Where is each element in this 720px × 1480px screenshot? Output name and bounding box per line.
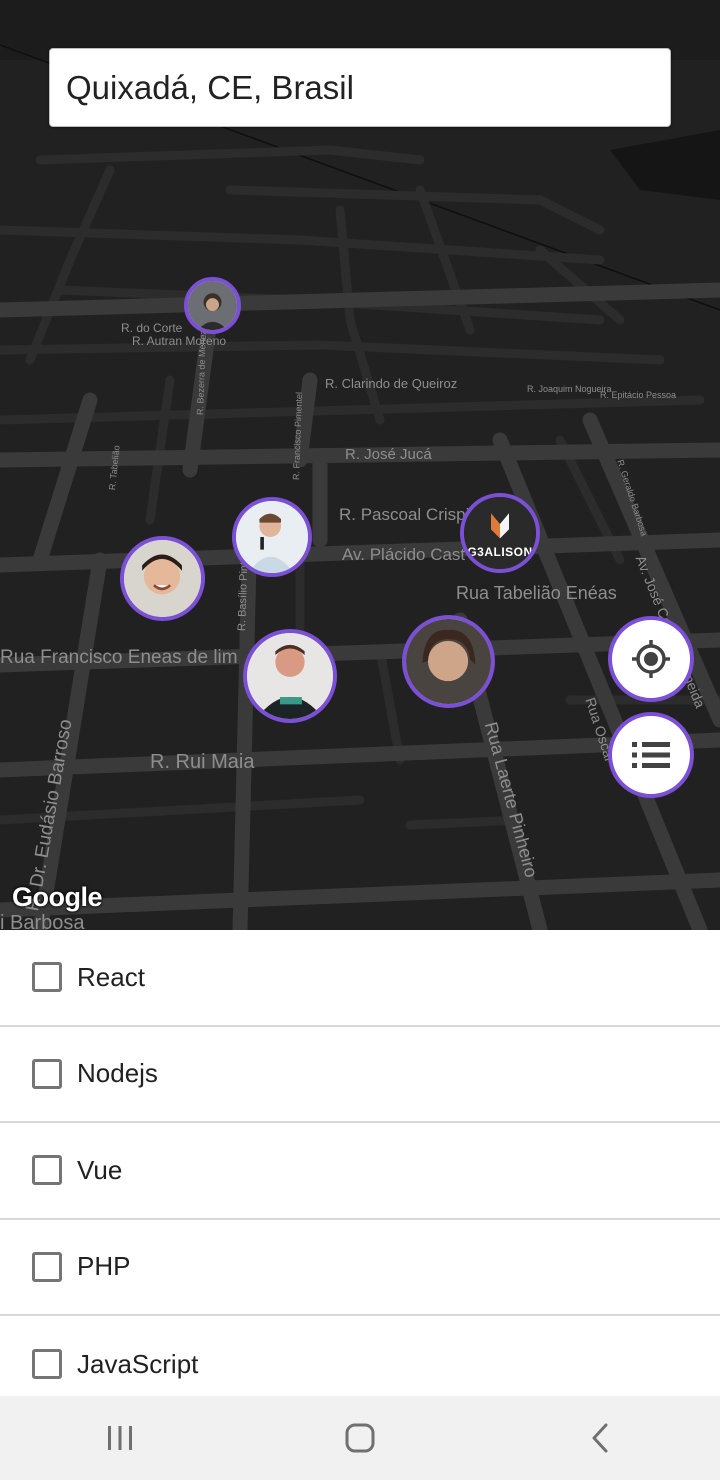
checkbox[interactable] [32,1251,62,1282]
checkbox[interactable] [32,1058,62,1089]
street-label: R. José Jucá [345,446,432,463]
street-label: Rua Tabelião Enéas [456,583,617,603]
developer-avatar-icon [406,619,491,704]
list-icon [632,742,670,768]
list-item-label: JavaScript [77,1348,199,1379]
developer-avatar-icon [247,633,333,719]
recents-icon [108,1426,132,1450]
list-item-label: PHP [77,1251,131,1282]
street-label: R. do Corte [121,321,183,335]
search-bar[interactable] [49,48,671,127]
list-item-vue[interactable]: Vue [0,1123,720,1220]
logo-text: G3ALISON [467,545,533,559]
checkbox[interactable] [32,1155,62,1186]
home-button[interactable] [300,1396,420,1480]
developer-avatar-icon [236,501,308,573]
checkbox[interactable] [32,1349,62,1380]
street-label: R. Epitácio Pessoa [600,390,677,400]
street-label: R. Pascoal Crispi [339,505,470,524]
street-label: R. Joaquim Nogueira [527,384,612,394]
locate-button[interactable] [608,616,694,702]
street-label: R. Autran Moreno [132,334,227,348]
street-label: i Barbosa [0,912,85,930]
street-label: R. Rui Maia [150,751,255,773]
recents-button[interactable] [60,1396,180,1480]
developer-avatar-icon [188,281,237,330]
list-item-nodejs[interactable]: Nodejs [0,1027,720,1123]
list-item-react[interactable]: React [0,930,720,1027]
list-button[interactable] [608,712,694,798]
street-label: Av. Plácido Cast [342,545,466,564]
list-item-label: Vue [77,1154,123,1185]
street-label: R. Clarindo de Queiroz [325,376,458,391]
back-icon [592,1423,608,1453]
tech-filter-list: React Nodejs Vue PHP JavaScript [0,930,720,1396]
developer-marker[interactable] [232,497,312,577]
road-network [0,0,720,930]
developer-marker[interactable] [243,629,337,723]
system-nav-bar [0,1396,720,1480]
developer-avatar-icon [124,540,201,617]
developer-marker[interactable]: G3ALISON [460,493,540,573]
checkbox[interactable] [32,962,62,993]
developer-marker[interactable] [184,277,241,334]
map-view[interactable]: R. do Corte R. Autran Moreno R. Clarindo… [0,0,720,930]
developer-marker[interactable] [402,615,495,708]
home-icon [345,1423,375,1453]
list-item-javascript[interactable]: JavaScript [0,1316,720,1396]
list-item-label: React [77,961,145,992]
back-button[interactable] [540,1396,660,1480]
developer-marker[interactable] [120,536,205,621]
street-label: Rua Francisco Eneas de lim [0,647,238,668]
list-item-label: Nodejs [77,1058,158,1089]
search-input[interactable] [66,68,654,107]
crosshair-icon [632,640,670,678]
list-item-php[interactable]: PHP [0,1220,720,1316]
google-attribution: Google [12,882,103,912]
